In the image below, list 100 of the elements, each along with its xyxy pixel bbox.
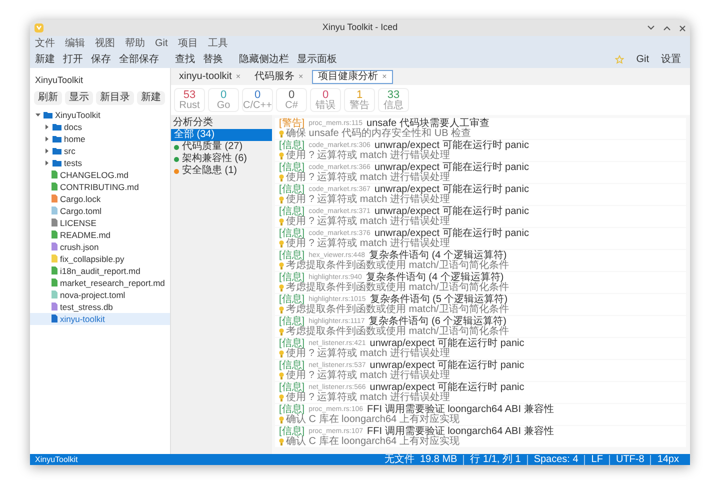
sidebar-button[interactable]: 显示 [65,90,93,104]
category-label: 代码质量 (27) [182,141,243,152]
lightbulb-icon [279,240,284,248]
toolbar-button[interactable]: 查找 [175,54,195,66]
expand-arrow-icon[interactable] [35,112,41,118]
category-item[interactable]: 代码质量 (27) [171,141,272,153]
lightbulb-icon [279,130,284,138]
issue-hint: 使用 ? 运算符或 match 进行错误处理 [286,217,450,227]
issue-title: unwrap/expect 可能在运行时 panic [374,207,529,217]
menu-item[interactable]: Git [155,38,168,50]
tree-item[interactable]: CHANGELOG.md [30,168,170,180]
tree-item[interactable]: xinyu-toolkit [30,312,170,324]
tree-label: home [64,132,86,144]
stat-label: Go [216,101,230,111]
issue-hint: 使用 ? 运算符或 match 进行错误处理 [286,151,450,161]
tab-close-button[interactable]: × [382,70,387,82]
issue-hint: 考虑提取条件到函数或使用 match/卫语句简化条件 [286,305,509,315]
issue-hint: 使用 ? 运算符或 match 进行错误处理 [286,195,450,205]
severity-tag: [信息] [279,207,305,217]
sidebar-button[interactable]: 刷新 [34,90,62,104]
status-item: Spaces: 4 [526,454,584,464]
category-item[interactable]: 安全隐患 (1) [171,165,272,177]
tree-item[interactable]: i18n_audit_report.md [30,264,170,276]
tree-item[interactable]: fix_collapsible.py [30,252,170,264]
toolbar-button[interactable]: 保存 [91,54,111,66]
lightbulb-icon [279,394,284,402]
tree-label: docs [64,120,82,132]
issue-title: unsafe 代码块需要人工审查 [366,119,490,129]
tree-label: test_stress.db [60,300,113,312]
lightbulb-icon [279,196,284,204]
issue-title: 复杂条件语句 (6 个逻辑运算符) [368,317,507,327]
status-item: UTF-8 [608,454,650,464]
tree-item[interactable]: nova-project.toml [30,288,170,300]
issue-hint: 考虑提取条件到函数或使用 match/卫语句简化条件 [286,261,509,271]
tree-label: CHANGELOG.md [60,168,128,180]
lightbulb-icon [279,174,284,182]
menu-item[interactable]: 项目 [178,38,198,50]
issue-title: unwrap/expect 可能在运行时 panic [374,163,529,173]
tree-label: Cargo.toml [60,204,102,216]
issue-hint: 使用 ? 运算符或 match 进行错误处理 [286,173,450,183]
menu-item[interactable]: 工具 [208,38,228,50]
issue-hint: 使用 ? 运算符或 match 进行错误处理 [286,239,450,249]
star-icon[interactable] [615,55,624,64]
severity-tag: [信息] [279,141,305,151]
issue-hint: 使用 ? 运算符或 match 进行错误处理 [286,371,450,381]
tree-item[interactable]: README.md [30,228,170,240]
tree-item[interactable]: home [30,132,170,144]
menu-item[interactable]: 帮助 [125,38,145,50]
issue-title: unwrap/expect 可能在运行时 panic [370,383,524,393]
stat-value: 0 [288,89,295,101]
toolbar-button[interactable]: 新建 [35,54,55,66]
issue-title: FFI 调用需要验证 loongarch64 ABI 兼容性 [367,405,554,415]
toolbar-button[interactable]: 全部保存 [119,54,159,66]
toolbar-button[interactable]: 设置 [661,54,681,66]
tree-item[interactable]: docs [30,120,170,132]
sidebar-button[interactable]: 新建 [137,90,165,104]
issue-title: 复杂条件语句 (5 个逻辑运算符) [370,295,508,305]
category-item[interactable]: 全部 (34) [171,129,272,141]
toolbar-button[interactable]: Git [636,54,649,66]
window-title: Xinyu Toolkit - Iced [322,21,398,34]
category-label: 架构兼容性 (6) [182,153,247,164]
issue-hint: 确认 C 库在 loongarch64 上有对应实现 [286,415,460,425]
tree-item[interactable]: Cargo.toml [30,204,170,216]
status-project: XinyuToolkit [35,454,78,464]
tree-item[interactable]: crush.json [30,240,170,252]
menu-item[interactable]: 文件 [35,38,55,50]
tab[interactable]: 项目健康分析 × [312,70,393,84]
menu-item[interactable]: 编辑 [65,38,85,50]
tree-item[interactable]: Cargo.lock [30,192,170,204]
lightbulb-icon [279,152,284,160]
minimize-icon[interactable] [647,25,655,31]
severity-tag: [信息] [279,339,305,349]
severity-tag: [信息] [279,427,305,437]
lightbulb-icon [279,328,284,336]
menu-item[interactable]: 视图 [95,38,115,50]
toolbar-button[interactable]: 打开 [63,54,83,66]
toolbar-button[interactable]: 替换 [203,54,223,66]
tree-item[interactable]: XinyuToolkit [30,108,170,120]
tree-item[interactable]: src [30,144,170,156]
sidebar-button[interactable]: 新目录 [96,90,134,104]
stat-value: 0 [254,89,261,101]
tree-item[interactable]: LICENSE [30,216,170,228]
toolbar-button[interactable]: 隐藏侧边栏 [239,54,289,66]
maximize-icon[interactable] [663,25,671,31]
tree-label: CONTRIBUTING.md [60,180,139,192]
close-icon[interactable] [679,24,686,32]
lightbulb-icon [279,350,284,358]
lightbulb-icon [279,372,284,380]
tree-item[interactable]: market_research_report.md [30,276,170,288]
tree-label: tests [64,156,82,168]
category-item[interactable]: 架构兼容性 (6) [171,153,272,165]
tree-item[interactable]: tests [30,156,170,168]
issue-hint: 考虑提取条件到函数或使用 match/卫语句简化条件 [286,327,509,337]
status-item: 行 1/1, 列 1 [463,454,527,464]
tree-item[interactable]: test_stress.db [30,300,170,312]
stat-label: 信息 [384,101,404,111]
severity-tag: [信息] [279,163,305,173]
toolbar-button[interactable]: 显示面板 [297,54,337,66]
lightbulb-icon [279,306,284,314]
tree-item[interactable]: CONTRIBUTING.md [30,180,170,192]
